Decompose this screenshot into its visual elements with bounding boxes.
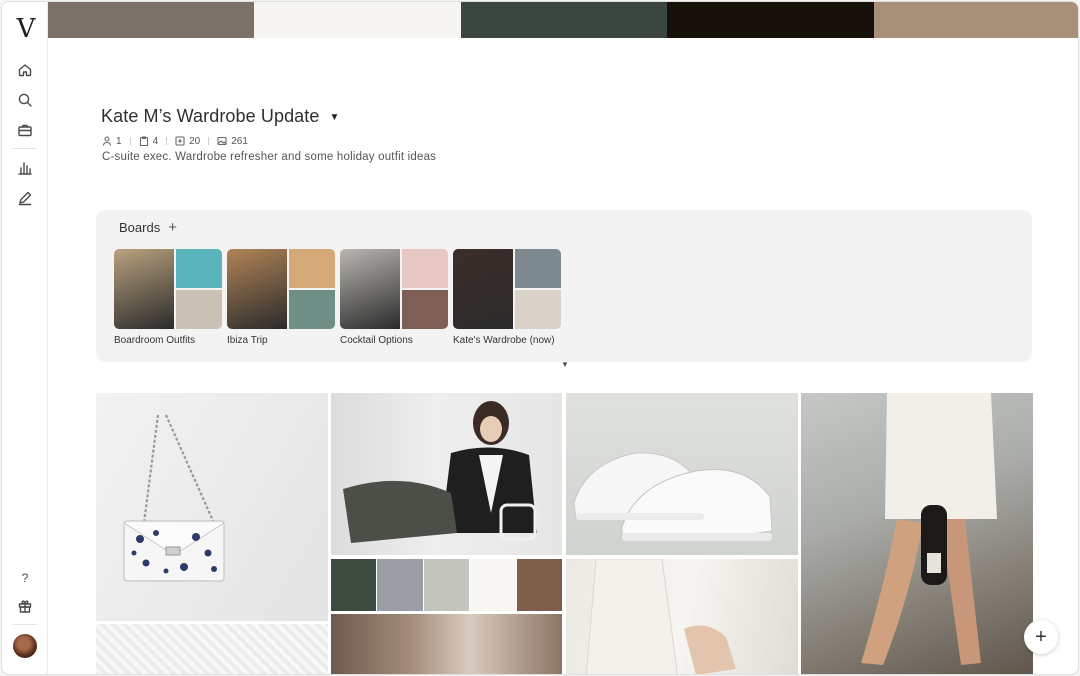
- title-dropdown-caret-icon[interactable]: ▼: [330, 112, 340, 123]
- add-item-button[interactable]: +: [1024, 620, 1058, 654]
- board-image-main: [227, 249, 287, 329]
- beach-champagne-image[interactable]: [801, 393, 1033, 674]
- boards-panel: Boards + Boardroom Outfits Ibiza Trip Co…: [96, 210, 1032, 369]
- board-label: Kate's Wardrobe (now): [453, 335, 555, 346]
- mini-swatch: [423, 559, 470, 611]
- project-stats: 1 4 20 261: [102, 134, 248, 148]
- board-thumbnail: [114, 249, 222, 329]
- beige-coat-image[interactable]: [331, 614, 562, 674]
- mini-swatch: [377, 559, 423, 611]
- board-card[interactable]: Kate's Wardrobe (now): [453, 249, 561, 346]
- user-avatar[interactable]: [13, 634, 37, 658]
- sidebar-divider: [13, 624, 37, 625]
- woman-suit-illustration: [343, 401, 537, 543]
- clipboard-icon: [139, 136, 148, 146]
- project-header: Kate M’s Wardrobe Update ▼: [101, 106, 339, 127]
- board-image-main: [340, 249, 400, 329]
- board-thumbnail: [227, 249, 335, 329]
- board-image-bottom: [515, 290, 561, 329]
- palette-swatch: [460, 2, 668, 38]
- stat-divider: [129, 137, 131, 145]
- board-label: Ibiza Trip: [227, 335, 268, 346]
- board-label: Boardroom Outfits: [114, 335, 196, 346]
- images-count: 261: [231, 135, 248, 147]
- add-board-button[interactable]: +: [168, 220, 177, 235]
- pen-icon[interactable]: [15, 188, 35, 208]
- help-icon[interactable]: ?: [15, 568, 35, 588]
- board-image-top: [176, 249, 222, 288]
- image-icon: [217, 136, 227, 146]
- project-title: Kate M’s Wardrobe Update: [101, 106, 320, 126]
- blazer-illustration: [585, 559, 736, 674]
- app-window: V ? Kate M’s Wardrobe Update ▼ 1 4 20 26…: [1, 1, 1079, 675]
- gift-icon[interactable]: [15, 596, 35, 616]
- board-label: Cocktail Options: [340, 335, 413, 346]
- palette-swatch: [48, 2, 255, 38]
- boards-count: 4: [152, 135, 159, 147]
- board-thumbnail: [453, 249, 561, 329]
- stat-divider: [208, 137, 210, 145]
- handbag-illustration: [123, 414, 225, 582]
- sneakers-illustration: [573, 452, 773, 541]
- palette-swatch: [254, 2, 461, 38]
- members-stat: 1: [102, 136, 122, 147]
- board-image-bottom: [289, 290, 335, 329]
- board-image-top: [402, 249, 448, 288]
- boards-stat: 4: [139, 135, 159, 147]
- board-card[interactable]: Boardroom Outfits: [114, 249, 222, 346]
- app-logo[interactable]: V: [14, 14, 38, 44]
- board-image-bottom: [402, 290, 448, 329]
- white-blazer-image[interactable]: [566, 559, 798, 674]
- board-card[interactable]: Ibiza Trip: [227, 249, 335, 346]
- board-image-top: [289, 249, 335, 288]
- woman-suit-image[interactable]: [331, 393, 562, 555]
- knit-sweater-image[interactable]: [96, 624, 328, 674]
- person-icon: [102, 136, 112, 146]
- board-image-bottom: [176, 290, 222, 329]
- briefcase-icon[interactable]: [15, 120, 35, 140]
- project-description: C-suite exec. Wardrobe refresher and som…: [102, 151, 437, 163]
- board-image-main: [453, 249, 513, 329]
- board-image-main: [114, 249, 174, 329]
- sidebar: V ?: [2, 2, 48, 674]
- items-stat: 20: [175, 136, 200, 147]
- palette-swatch: [873, 2, 1078, 38]
- mini-swatch: [470, 559, 516, 611]
- bar-chart-icon[interactable]: [15, 158, 35, 178]
- images-stat: 261: [217, 136, 248, 147]
- palette-swatch: [667, 2, 874, 38]
- stat-divider: [166, 137, 168, 145]
- members-count: 1: [116, 135, 122, 147]
- home-icon[interactable]: [15, 60, 35, 80]
- boards-title: Boards: [119, 220, 161, 235]
- items-count: 20: [189, 135, 201, 147]
- board-card[interactable]: Cocktail Options: [340, 249, 448, 346]
- board-thumbnail: [340, 249, 448, 329]
- sidebar-divider: [13, 148, 37, 149]
- mini-palette: [331, 559, 563, 611]
- project-palette: [48, 2, 1078, 38]
- expand-boards-caret-icon[interactable]: ▼: [561, 360, 569, 369]
- beach-illustration: [861, 393, 997, 665]
- boards-header: Boards +: [119, 220, 177, 235]
- grid-plus-icon: [175, 136, 185, 146]
- search-icon[interactable]: [15, 90, 35, 110]
- handbag-image[interactable]: [96, 393, 328, 621]
- mini-swatch: [516, 559, 563, 611]
- mini-swatch: [331, 559, 377, 611]
- board-image-top: [515, 249, 561, 288]
- white-sneakers-image[interactable]: [566, 393, 798, 555]
